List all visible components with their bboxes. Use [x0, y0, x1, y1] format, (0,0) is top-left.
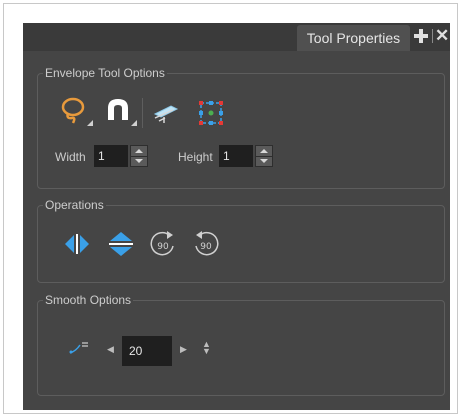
height-decrement-icon[interactable] [256, 156, 272, 166]
width-stepper[interactable] [130, 145, 148, 167]
slider-handle-icon[interactable]: ▲ ▼ [202, 340, 211, 356]
svg-text:90: 90 [157, 242, 169, 252]
height-stepper[interactable] [255, 145, 273, 167]
smooth-options-title: Smooth Options [43, 292, 134, 308]
window-frame: Tool Properties ✕ Envelope Tool Options [3, 3, 458, 414]
operations-group: Operations 90 90 [37, 197, 445, 283]
rotate-90-cw-icon[interactable]: 90 [148, 230, 178, 258]
operations-title: Operations [43, 197, 106, 213]
lasso-select-icon[interactable] [60, 96, 94, 130]
flip-vertical-icon[interactable] [106, 230, 136, 258]
tab-bar: Tool Properties ✕ [23, 23, 450, 51]
contour-editor-icon[interactable] [151, 98, 181, 128]
close-icon[interactable]: ✕ [435, 26, 449, 46]
height-label: Height [178, 150, 213, 164]
bounding-box-icon[interactable] [196, 98, 226, 128]
svg-text:90: 90 [200, 242, 212, 252]
width-input[interactable]: 1 [94, 145, 128, 167]
smooth-options-group: Smooth Options ◀ 20 ▶ ▲ ▼ [37, 292, 445, 396]
smooth-value-input[interactable]: 20 [122, 336, 172, 366]
decrease-arrow-icon[interactable]: ◀ [107, 344, 114, 354]
height-input[interactable]: 1 [219, 145, 253, 167]
magnet-icon[interactable] [104, 96, 138, 130]
envelope-tool-options-title: Envelope Tool Options [43, 65, 167, 81]
tab-tool-properties[interactable]: Tool Properties [297, 25, 410, 51]
width-decrement-icon[interactable] [131, 156, 147, 166]
tab-divider [432, 29, 433, 43]
rotate-90-ccw-icon[interactable]: 90 [191, 230, 221, 258]
flip-horizontal-icon[interactable] [62, 232, 92, 256]
smooth-icon [68, 339, 90, 355]
add-tab-icon[interactable] [414, 29, 428, 43]
envelope-tool-options-group: Envelope Tool Options Width 1 Height 1 [37, 65, 445, 189]
tool-properties-panel: Tool Properties ✕ Envelope Tool Options [23, 23, 450, 410]
increase-arrow-icon[interactable]: ▶ [180, 344, 187, 354]
width-label: Width [55, 150, 86, 164]
toolbar-divider [142, 98, 143, 128]
